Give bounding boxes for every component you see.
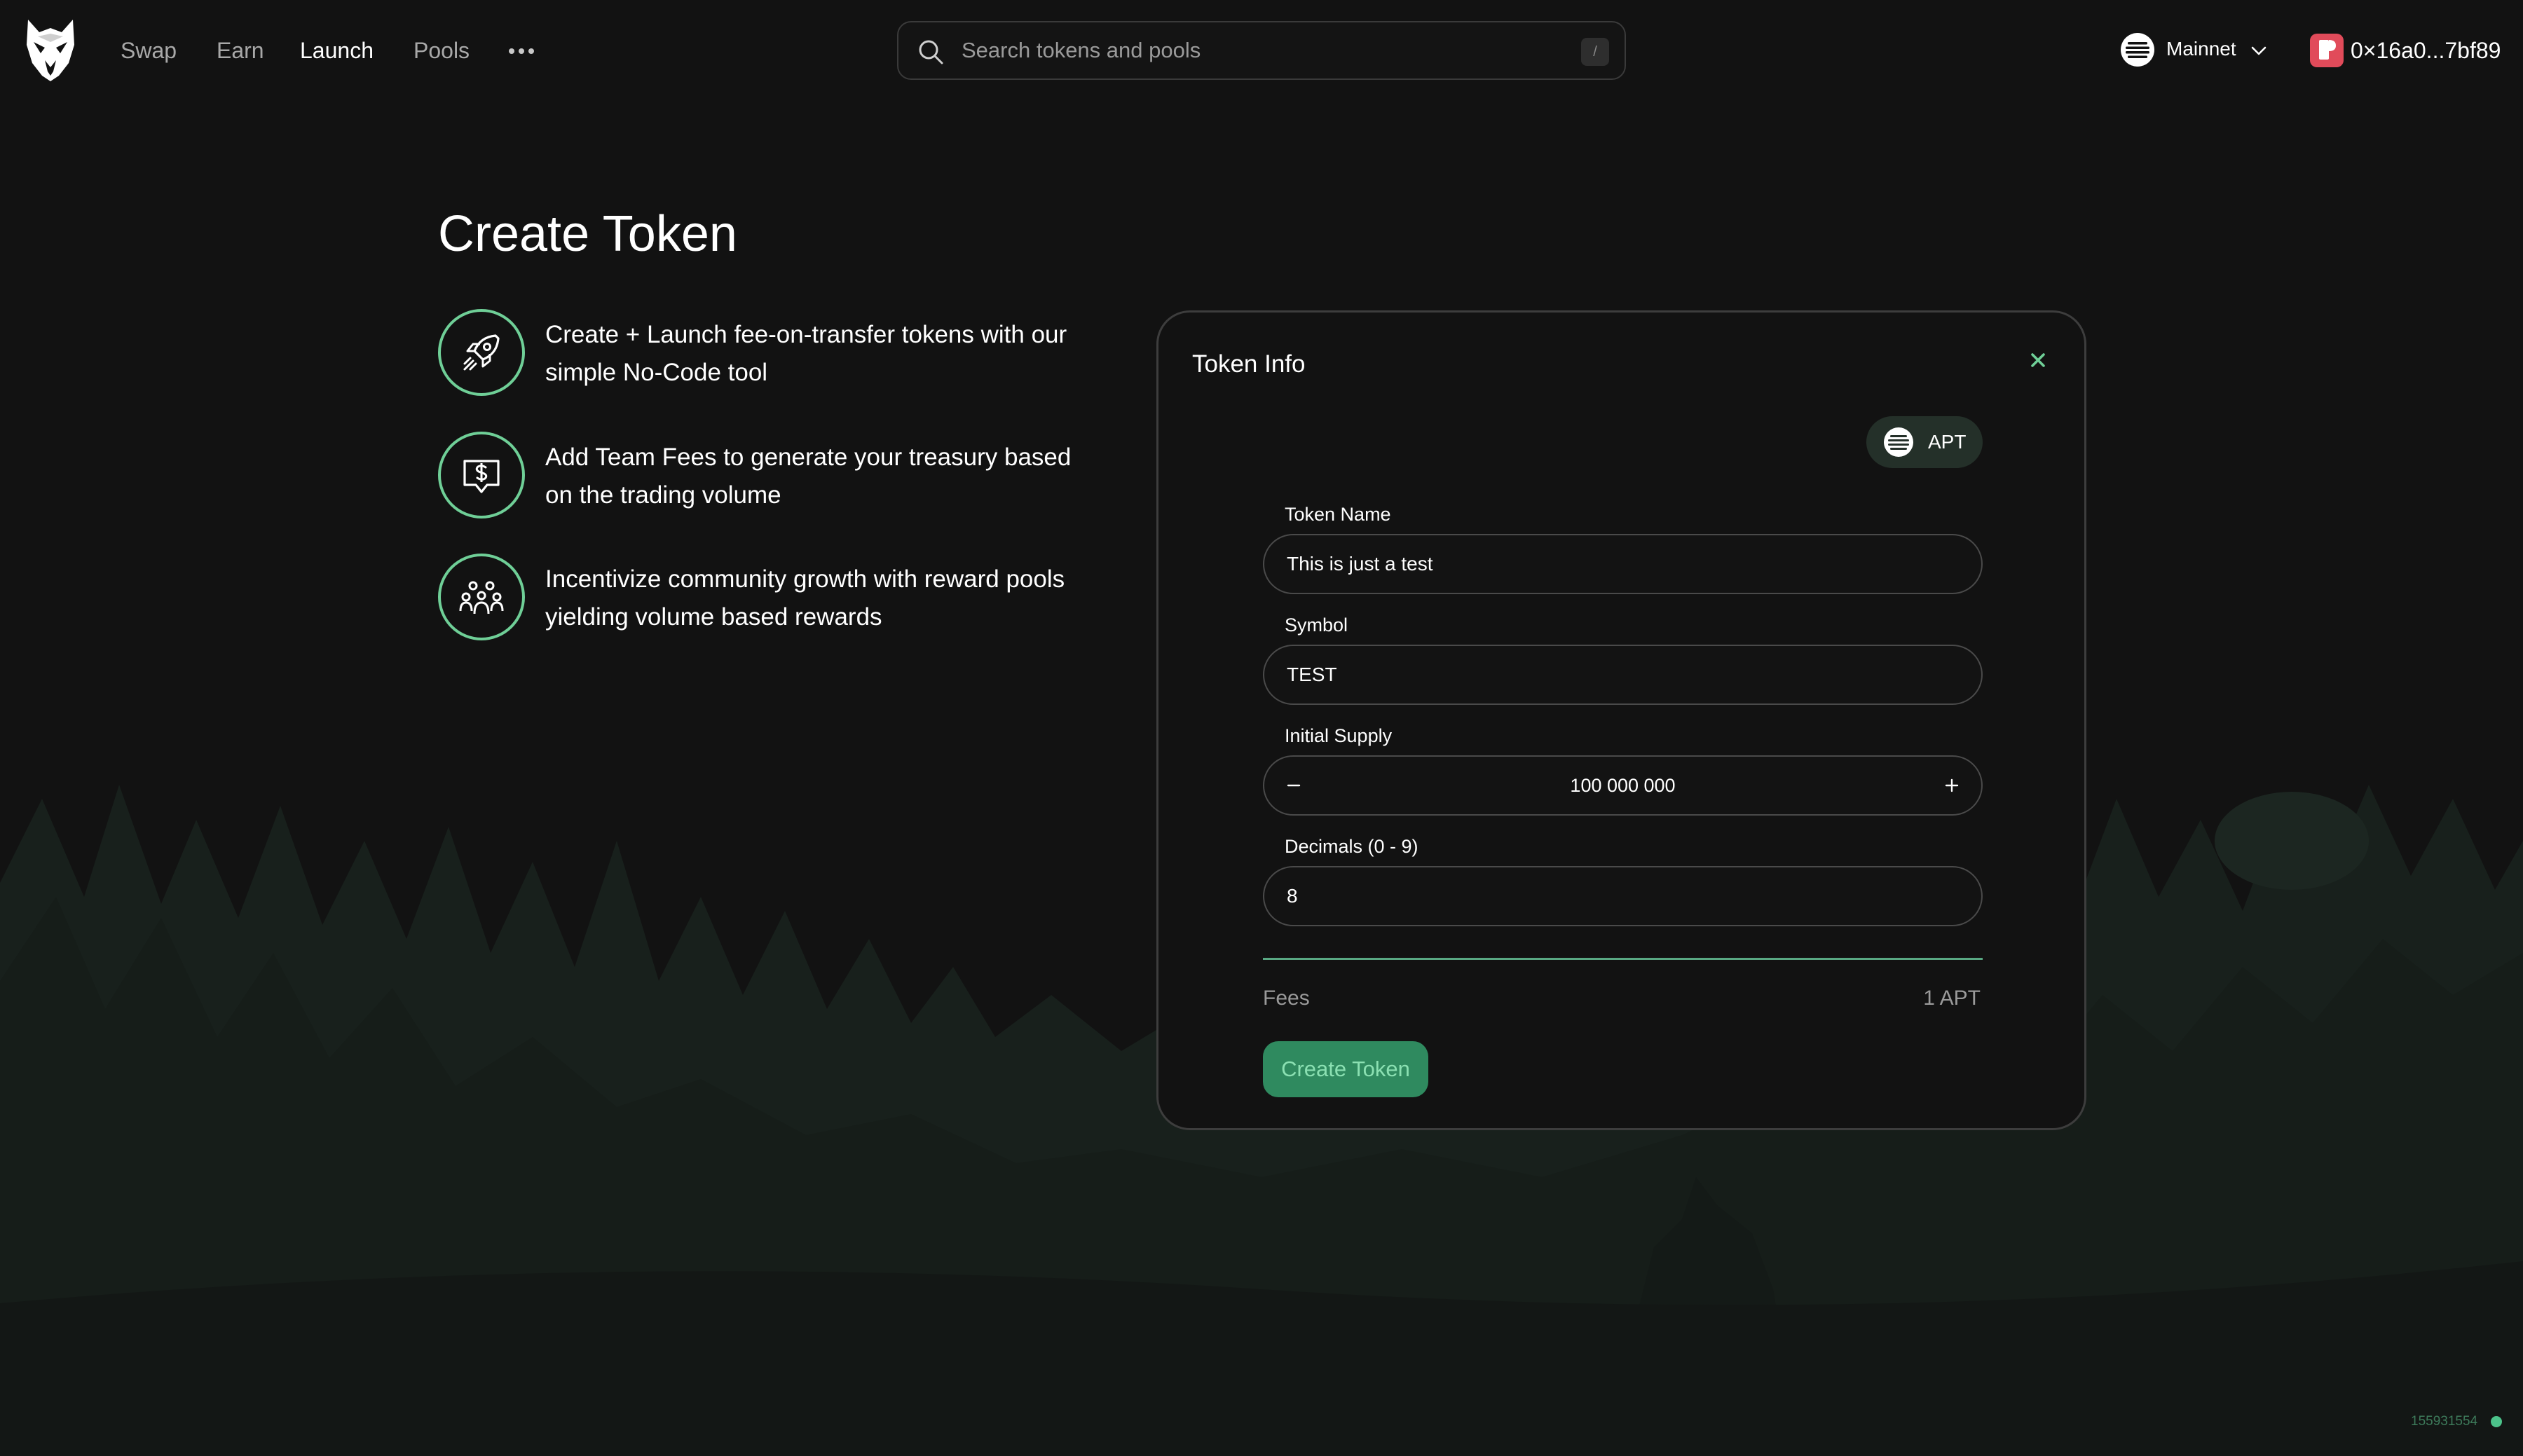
- currency-label: APT: [1928, 431, 1967, 453]
- nav-swap[interactable]: Swap: [121, 35, 177, 66]
- initial-supply-label: Initial Supply: [1285, 725, 1393, 746]
- symbol-label: Symbol: [1285, 614, 1348, 636]
- initial-supply-value: 100 000 000: [1570, 775, 1676, 796]
- network-label: Mainnet: [2166, 38, 2236, 60]
- top-navigation: Swap Earn Launch Pools / Mainnet: [0, 0, 2523, 102]
- token-name-label: Token Name: [1285, 504, 1391, 525]
- feature-item: Create + Launch fee-on-transfer tokens w…: [438, 309, 1069, 400]
- feature-text: Add Team Fees to generate your treasury …: [545, 444, 1072, 509]
- create-token-button[interactable]: Create Token: [1263, 1041, 1428, 1097]
- rocket-icon: [438, 309, 525, 396]
- feature-text: Incentivize community growth with reward…: [545, 565, 1065, 631]
- divider: [1263, 958, 1983, 960]
- fees-value: 1 APT: [1923, 987, 1981, 1010]
- decimals-label: Decimals (0 - 9): [1285, 836, 1418, 857]
- fees-label: Fees: [1263, 987, 1310, 1010]
- symbol-field: [1263, 645, 1983, 705]
- close-icon[interactable]: [2023, 345, 2053, 376]
- wolf-logo-icon[interactable]: [24, 17, 77, 83]
- decimals-field: [1263, 866, 1983, 926]
- token-name-input[interactable]: [1287, 535, 1946, 593]
- community-icon: [438, 554, 525, 640]
- nav-pools[interactable]: Pools: [413, 35, 470, 66]
- feature-item: Incentivize community growth with reward…: [438, 554, 1069, 645]
- chevron-down-icon: [2251, 46, 2266, 55]
- symbol-input[interactable]: [1287, 646, 1946, 703]
- card-title: Token Info: [1192, 350, 1306, 378]
- feature-text: Create + Launch fee-on-transfer tokens w…: [545, 321, 1067, 386]
- aptos-icon: [2121, 33, 2154, 67]
- block-number: 155931554: [2411, 1414, 2478, 1429]
- search-input[interactable]: [962, 35, 1522, 66]
- status-dot-icon: [2491, 1416, 2502, 1427]
- more-horizontal-icon[interactable]: [506, 35, 537, 66]
- decimals-input[interactable]: [1287, 867, 1946, 925]
- token-info-card: Token Info APT Token Name Symbol Initial…: [1156, 310, 2086, 1130]
- initial-supply-stepper[interactable]: 100 000 000: [1263, 755, 1983, 816]
- petra-wallet-icon: [2310, 34, 2344, 67]
- feature-item: Add Team Fees to generate your treasury …: [438, 432, 1071, 523]
- aptos-icon: [1884, 427, 1913, 457]
- dollar-speech-icon: [438, 432, 525, 518]
- page-title: Create Token: [438, 206, 737, 262]
- search-icon: [919, 40, 943, 64]
- currency-chip[interactable]: APT: [1866, 416, 1983, 468]
- search-shortcut-key: /: [1581, 38, 1609, 66]
- wallet-address: 0×16a0...7bf89: [2351, 38, 2501, 63]
- nav-earn[interactable]: Earn: [217, 35, 264, 66]
- token-name-field: [1263, 534, 1983, 594]
- plus-icon[interactable]: [1938, 771, 1966, 799]
- nav-launch[interactable]: Launch: [300, 35, 374, 66]
- search-bar[interactable]: /: [897, 21, 1626, 80]
